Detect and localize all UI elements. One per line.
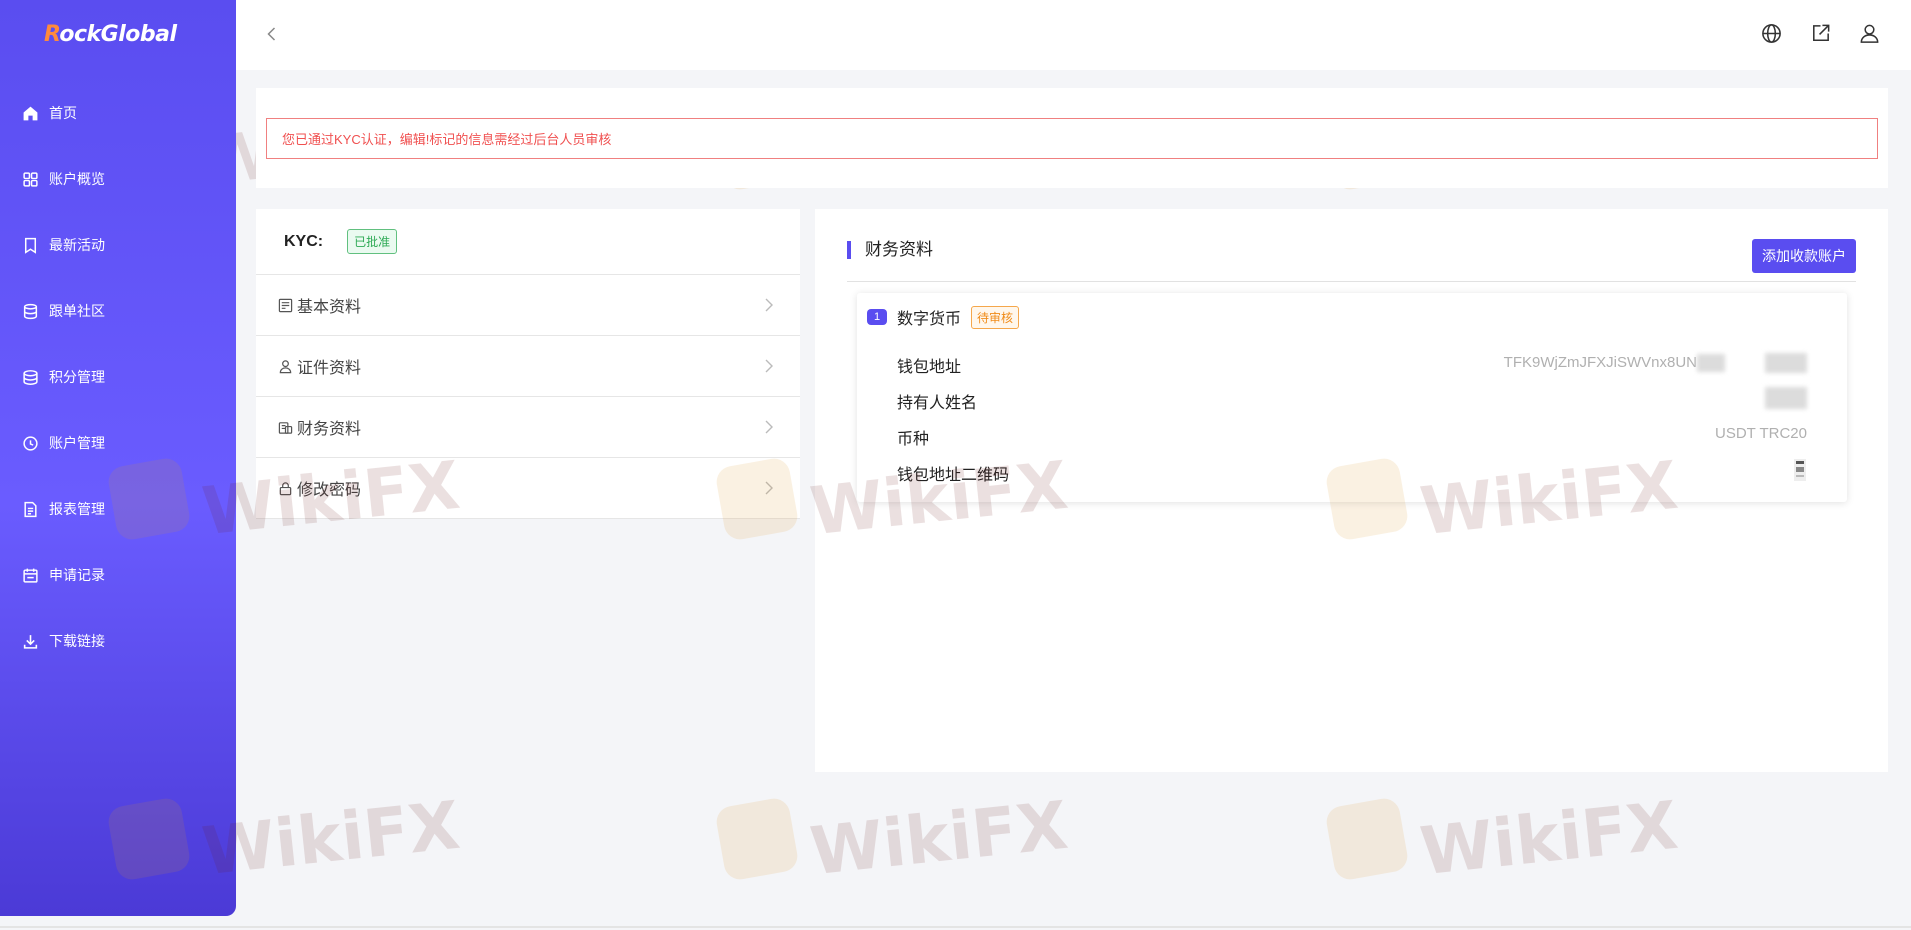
sidebar-item-label: 跟单社区 xyxy=(49,303,105,319)
top-bar xyxy=(236,0,1911,70)
logo: RockGlobal xyxy=(44,22,177,47)
sidebar-item-account-management[interactable]: 账户管理 xyxy=(0,410,236,476)
top-icons xyxy=(1760,22,1881,45)
field-label: 钱包地址二维码 xyxy=(897,467,1010,484)
sidebar-item-label: 下载链接 xyxy=(49,633,105,649)
chevron-right-icon xyxy=(765,298,773,312)
sidebar-item-copy-trading[interactable]: 跟单社区 xyxy=(0,278,236,344)
qr-image-icon xyxy=(1794,459,1806,481)
coins-icon xyxy=(23,369,38,385)
finance-card: 财务资料 添加收款账户 1 数字货币 待审核 钱包地址 TFK9WjZmJFXJ… xyxy=(815,209,1888,772)
lock-icon xyxy=(279,481,292,495)
account-card: 1 数字货币 待审核 钱包地址 TFK9WjZmJFXJiSWVnx8UN 持有… xyxy=(857,293,1847,502)
qr-code-thumbnail[interactable] xyxy=(1793,457,1807,489)
chevron-right-icon xyxy=(765,359,773,373)
home-icon xyxy=(23,106,38,120)
menu-change-password[interactable]: 修改密码 xyxy=(256,458,800,519)
account-header: 1 数字货币 待审核 xyxy=(867,305,1020,329)
globe-icon[interactable] xyxy=(1760,22,1783,45)
sidebar-item-points[interactable]: 积分管理 xyxy=(0,344,236,410)
bookmark-icon xyxy=(24,237,37,254)
sidebar-item-downloads[interactable]: 下载链接 xyxy=(0,608,236,674)
field-label: 币种 xyxy=(897,431,930,448)
kyc-card: KYC: 已批准 基本资料 证件资料 财务资料 修改密码 xyxy=(256,209,800,519)
field-label: 钱包地址 xyxy=(897,359,962,376)
user-icon[interactable] xyxy=(1858,22,1881,45)
sidebar-item-latest-activity[interactable]: 最新活动 xyxy=(0,212,236,278)
sidebar-item-home[interactable]: 首页 xyxy=(0,80,236,146)
sidebar: RockGlobal 首页 账户概览 最新活动 跟单社区 积分管理 账户管理 报… xyxy=(0,0,236,916)
grid-icon xyxy=(23,171,38,187)
finance-icon xyxy=(278,421,293,434)
sidebar-item-account-overview[interactable]: 账户概览 xyxy=(0,146,236,212)
sidebar-item-label: 账户概览 xyxy=(49,171,105,187)
chevron-right-icon xyxy=(765,420,773,434)
bottom-border xyxy=(0,926,1911,928)
kyc-status-row: KYC: 已批准 xyxy=(256,209,800,275)
notice-card: 您已通过KYC认证，编辑!标记的信息需经过后台人员审核 xyxy=(256,88,1888,188)
status-badge: 待审核 xyxy=(971,305,1020,329)
menu-id-documents[interactable]: 证件资料 xyxy=(256,336,800,397)
sidebar-item-applications[interactable]: 申请记录 xyxy=(0,542,236,608)
download-icon xyxy=(23,634,38,649)
calendar-icon xyxy=(23,568,38,583)
watermark: WikiFX xyxy=(714,787,1071,890)
menu-basic-info[interactable]: 基本资料 xyxy=(256,275,800,336)
back-icon[interactable] xyxy=(262,24,282,44)
add-account-button[interactable]: 添加收款账户 xyxy=(1752,239,1856,273)
form-icon xyxy=(278,298,293,312)
sidebar-item-label: 积分管理 xyxy=(49,369,105,385)
sidebar-nav: 首页 账户概览 最新活动 跟单社区 积分管理 账户管理 报表管理 申请记录 下载… xyxy=(0,80,236,674)
menu-label: 财务资料 xyxy=(297,421,362,438)
kyc-notice: 您已通过KYC认证，编辑!标记的信息需经过后台人员审核 xyxy=(266,118,1878,159)
watermark: WikiFX xyxy=(1324,787,1681,890)
sidebar-item-label: 申请记录 xyxy=(49,567,105,583)
database-icon xyxy=(23,303,38,319)
account-index-badge: 1 xyxy=(867,309,887,325)
clock-icon xyxy=(23,435,38,451)
divider xyxy=(847,281,1856,282)
sidebar-item-label: 首页 xyxy=(49,105,77,121)
kyc-label: KYC: xyxy=(284,232,324,250)
field-label: 持有人姓名 xyxy=(897,395,978,412)
section-title: 财务资料 xyxy=(847,241,933,259)
document-icon xyxy=(24,501,37,517)
menu-financial-info[interactable]: 财务资料 xyxy=(256,397,800,458)
sidebar-item-label: 报表管理 xyxy=(49,501,105,517)
share-icon[interactable] xyxy=(1809,22,1832,45)
wallet-address-value: TFK9WjZmJFXJiSWVnx8UN xyxy=(1504,353,1807,373)
sidebar-item-reports[interactable]: 报表管理 xyxy=(0,476,236,542)
menu-label: 基本资料 xyxy=(297,299,362,316)
account-name: 数字货币 xyxy=(897,311,962,328)
menu-label: 证件资料 xyxy=(297,360,362,377)
person-icon xyxy=(279,359,292,373)
menu-label: 修改密码 xyxy=(297,482,362,499)
sidebar-item-label: 账户管理 xyxy=(49,435,105,451)
sidebar-item-label: 最新活动 xyxy=(49,237,105,253)
holder-name-value xyxy=(1765,387,1807,413)
currency-value: USDT TRC20 xyxy=(1715,425,1807,442)
status-badge: 已批准 xyxy=(347,229,398,254)
chevron-right-icon xyxy=(765,481,773,495)
